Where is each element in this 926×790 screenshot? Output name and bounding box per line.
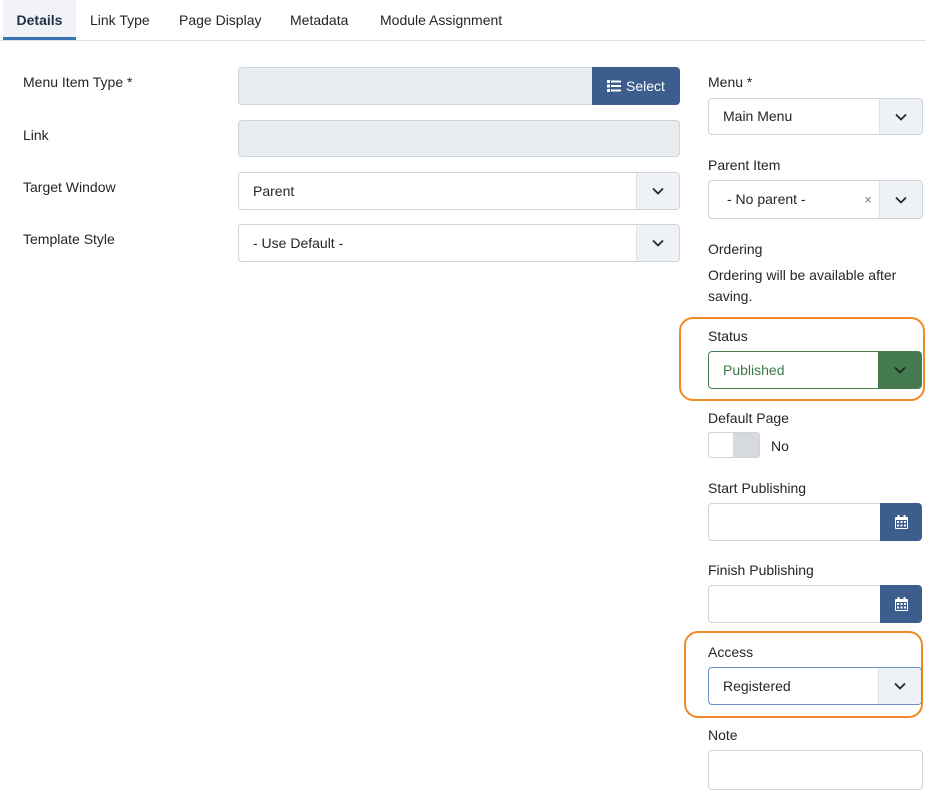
select-menu-item-type-button[interactable]: Select xyxy=(592,67,680,105)
chevron-down-icon xyxy=(878,352,921,388)
status-select[interactable]: Published xyxy=(708,351,922,389)
ordering-note: Ordering will be available after saving. xyxy=(708,267,897,304)
select-button-label: Select xyxy=(626,78,665,94)
tab-details[interactable]: Details xyxy=(3,0,76,40)
start-publishing-label: Start Publishing xyxy=(708,480,807,496)
link-field[interactable] xyxy=(238,120,680,157)
clear-icon[interactable]: × xyxy=(864,181,872,219)
target-window-value: Parent xyxy=(253,183,295,199)
chevron-down-icon xyxy=(879,99,922,134)
tab-link-type[interactable]: Link Type xyxy=(90,0,150,38)
note-label: Note xyxy=(708,727,738,743)
finish-publishing-field[interactable] xyxy=(708,585,882,623)
access-label: Access xyxy=(708,644,754,660)
calendar-icon xyxy=(894,515,908,529)
tab-metadata[interactable]: Metadata xyxy=(290,0,348,38)
menu-value: Main Menu xyxy=(723,108,793,124)
parent-item-value: - No parent - xyxy=(727,191,806,207)
calendar-icon xyxy=(894,597,908,611)
target-window-label: Target Window xyxy=(23,179,116,195)
parent-item-select[interactable]: - No parent - × xyxy=(708,180,923,219)
status-label: Status xyxy=(708,328,748,344)
note-field[interactable] xyxy=(708,750,923,790)
status-value: Published xyxy=(723,362,785,378)
template-style-label: Template Style xyxy=(23,231,115,247)
access-value: Registered xyxy=(723,678,791,694)
template-style-select[interactable]: - Use Default - xyxy=(238,224,680,262)
ordering-label: Ordering xyxy=(708,241,763,257)
access-select[interactable]: Registered xyxy=(708,667,922,705)
finish-publishing-label: Finish Publishing xyxy=(708,562,814,578)
tab-page-display[interactable]: Page Display xyxy=(179,0,262,38)
menu-label: Menu * xyxy=(708,74,753,90)
chevron-down-icon xyxy=(879,181,922,218)
start-publishing-field[interactable] xyxy=(708,503,882,541)
menu-item-type-field[interactable] xyxy=(238,67,594,105)
link-label: Link xyxy=(23,127,49,143)
template-style-value: - Use Default - xyxy=(253,235,344,251)
menu-item-type-label: Menu Item Type * xyxy=(23,74,133,90)
menu-select[interactable]: Main Menu xyxy=(708,98,923,135)
tab-bar: Details Link Type Page Display Metadata … xyxy=(0,0,926,41)
chevron-down-icon xyxy=(636,173,679,209)
default-page-toggle[interactable] xyxy=(708,432,760,458)
tab-module-assignment[interactable]: Module Assignment xyxy=(380,0,502,38)
target-window-select[interactable]: Parent xyxy=(238,172,680,210)
parent-item-label: Parent Item xyxy=(708,157,781,173)
finish-publishing-calendar-button[interactable] xyxy=(880,585,922,623)
start-publishing-calendar-button[interactable] xyxy=(880,503,922,541)
toggle-knob xyxy=(733,433,759,457)
chevron-down-icon xyxy=(636,225,679,261)
list-icon xyxy=(607,80,622,92)
chevron-down-icon xyxy=(878,668,921,704)
default-page-value: No xyxy=(771,438,789,454)
default-page-label: Default Page xyxy=(708,410,789,426)
